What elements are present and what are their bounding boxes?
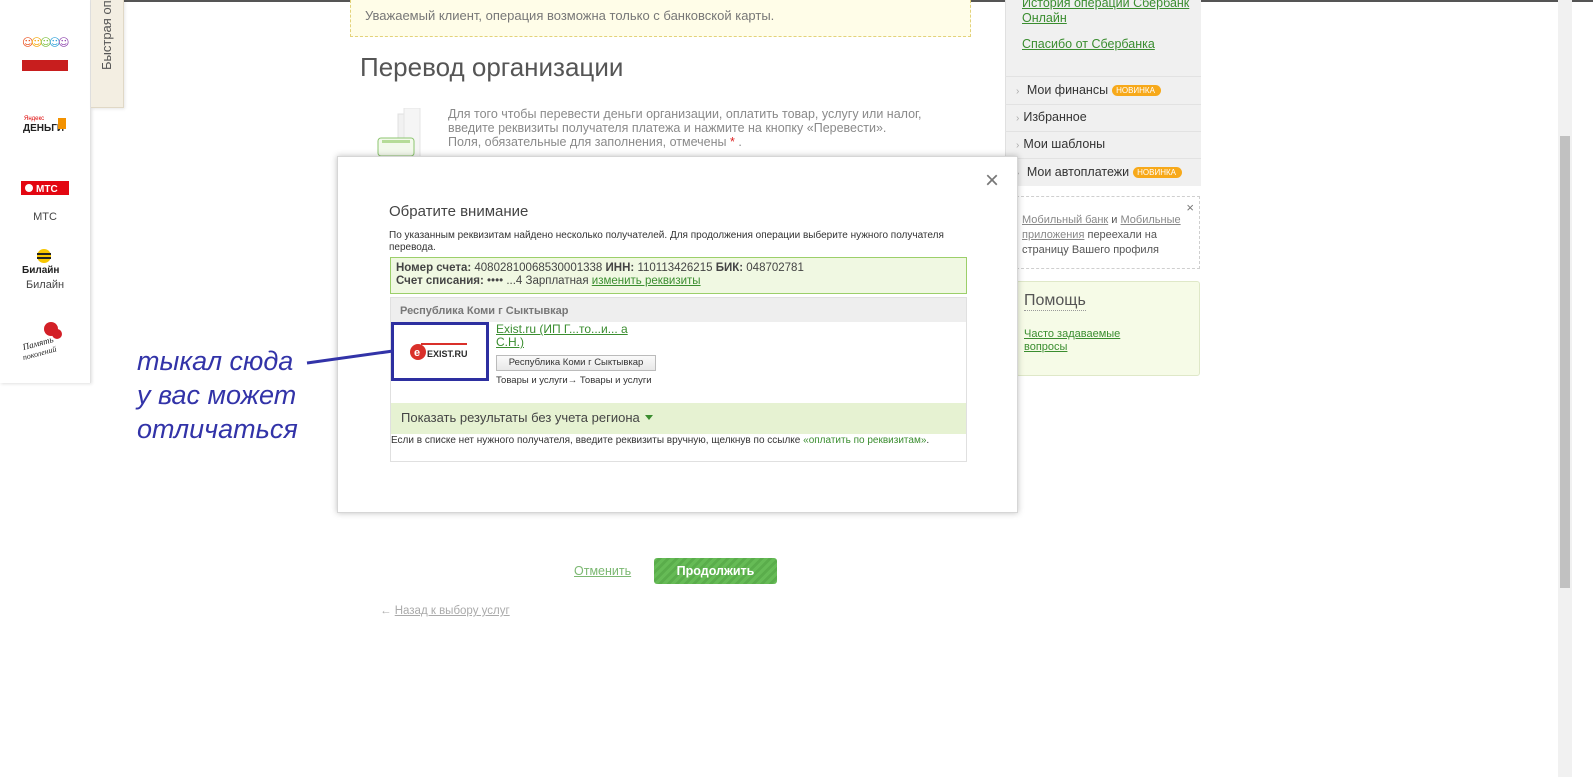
menu-item-favorites[interactable]: Избранное — [1016, 110, 1086, 124]
operations-history-link[interactable]: История операций Сбербанк Онлайн — [1022, 0, 1198, 27]
arrow-left-icon: ← — [380, 605, 392, 617]
cancel-link[interactable]: Отменить — [574, 564, 631, 578]
vertical-scrollbar[interactable] — [1558, 0, 1572, 777]
menu-divider — [1005, 76, 1201, 77]
pay-by-requisites-link[interactable]: «оплатить по реквизитам» — [803, 435, 926, 446]
requisites-box: Номер счета: 40802810068530001338 ИНН: 1… — [390, 257, 967, 294]
annotation-line-3: отличаться — [137, 414, 298, 444]
spasibo-link[interactable]: Спасибо от Сбербанка — [1022, 37, 1155, 52]
inn-value: 110113426215 — [637, 262, 713, 274]
intro-line-2: введите реквизиты получателя платежа и н… — [448, 121, 887, 135]
back-to-services-link[interactable]: ← Назад к выбору услуг — [380, 605, 510, 617]
yandex-money-logo: Яндекс ДЕНЬГИ — [23, 116, 66, 134]
quick-payment-tab[interactable]: Быстрая оплата — [91, 0, 124, 108]
partner-pamyat-pokoleniy[interactable]: Память поколений — [0, 320, 90, 365]
dialog-description: По указанным реквизитам найдено нескольк… — [389, 230, 944, 253]
partner-podari-zhizn[interactable]: ☺ ☺ ☺ ☺ ☺ — [0, 32, 90, 77]
debit-card-mask: •••• ...4 — [487, 275, 523, 287]
recipients-list: Республика Коми г Сыктывкар e EXIST.RU E… — [390, 297, 967, 462]
faq-link[interactable]: Часто задаваемые вопросы — [1024, 328, 1134, 354]
building-illustration-icon — [377, 108, 421, 158]
svg-text:Билайн: Билайн — [22, 265, 59, 276]
debit-card-name: Зарплатная — [525, 275, 589, 287]
close-icon[interactable]: × — [1186, 200, 1194, 215]
partner-label-mts: МТС — [33, 211, 57, 223]
intro-line-1: Для того чтобы перевести деньги организа… — [448, 107, 922, 121]
menu-divider — [1005, 131, 1201, 132]
required-star: * — [730, 135, 735, 149]
partner-sidebar: ☺ ☺ ☺ ☺ ☺ Яндекс ДЕНЬГИ МТС МТС Билайн Бил… — [0, 0, 91, 383]
mts-logo: МТС — [21, 181, 69, 195]
manual-entry-note: Если в списке нет нужного получателя, вв… — [391, 435, 930, 446]
help-box: Помощь Часто задаваемые вопросы — [1016, 281, 1200, 376]
recipient-name-link[interactable]: Exist.ru (ИП Г...то...и... а С.Н.) — [496, 323, 646, 349]
help-title[interactable]: Помощь — [1024, 292, 1086, 311]
scrollbar-thumb[interactable] — [1560, 136, 1570, 588]
new-badge: НОВИНКА — [1112, 85, 1161, 96]
svg-text:☺: ☺ — [58, 36, 69, 49]
svg-text:EXIST.RU: EXIST.RU — [427, 349, 468, 359]
partner-yandex-money[interactable]: Яндекс ДЕНЬГИ — [0, 112, 90, 139]
annotation-line-2: у вас может — [137, 380, 297, 410]
quick-payment-tab-label: Быстрая оплата — [99, 0, 114, 70]
mobile-bank-moved-note: × Мобильный банк и Мобильные приложения … — [1016, 196, 1200, 269]
user-annotation: тыкал сюда у вас может отличаться — [137, 344, 298, 446]
annotation-line-1: тыкал сюда — [137, 346, 294, 376]
svg-text:e: e — [414, 347, 420, 359]
continue-button[interactable]: Продолжить — [654, 558, 777, 584]
dialog-title: Обратите внимание — [389, 203, 529, 220]
intro-line-3: Поля, обязательные для заполнения, отмеч… — [448, 135, 742, 149]
partner-beeline[interactable]: Билайн Билайн — [0, 248, 90, 291]
change-requisites-link[interactable]: изменить реквизиты — [592, 275, 701, 287]
mobile-bank-link[interactable]: Мобильный банк — [1022, 214, 1108, 226]
close-icon[interactable]: × — [985, 169, 999, 193]
new-badge: НОВИНКА — [1133, 167, 1182, 178]
account-number: 40802810068530001338 — [474, 262, 603, 274]
show-all-regions-toggle[interactable]: Показать результаты без учета региона — [391, 403, 966, 434]
page-title: Перевод организации — [360, 52, 624, 82]
bik-value: 048702781 — [746, 262, 804, 274]
menu-item-my-autopayments[interactable]: Мои автоплатежиНОВИНКА — [1016, 165, 1182, 179]
menu-divider — [1005, 158, 1201, 159]
pamyat-pokoleniy-logo: Память поколений — [21, 322, 62, 362]
intro-text: Для того чтобы перевести деньги организа… — [448, 107, 948, 149]
select-recipient-dialog: × Обратите внимание По указанным реквизи… — [337, 156, 1018, 513]
annotation-arrow-line — [306, 349, 394, 365]
menu-item-my-finances[interactable]: Мои финансыНОВИНКА — [1016, 83, 1161, 97]
beeline-logo: Билайн — [22, 249, 59, 276]
partner-label-beeline: Билайн — [25, 279, 65, 291]
menu-divider — [1005, 104, 1201, 105]
podari-zhizn-logo: ☺☺ ☺☺ ☺ — [22, 36, 69, 71]
recipient-region-button[interactable]: Республика Коми г Сыктывкар — [496, 355, 656, 371]
recipient-logo[interactable]: e EXIST.RU — [391, 322, 489, 381]
partner-mts[interactable]: МТС МТС — [0, 180, 90, 223]
svg-text:Яндекс: Яндекс — [24, 116, 44, 122]
card-only-notice: Уважаемый клиент, операция возможна толь… — [350, 0, 971, 37]
svg-text:ДЕНЬГИ: ДЕНЬГИ — [23, 123, 64, 134]
menu-item-my-templates[interactable]: Мои шаблоны — [1016, 137, 1105, 151]
svg-text:МТС: МТС — [36, 184, 58, 195]
region-header: Республика Коми г Сыктывкар — [391, 298, 966, 322]
recipient-category: Товары и услуги→ Товары и услуги — [496, 375, 652, 386]
exist-ru-logo: e EXIST.RU — [410, 342, 468, 360]
chevron-down-icon — [644, 415, 653, 420]
